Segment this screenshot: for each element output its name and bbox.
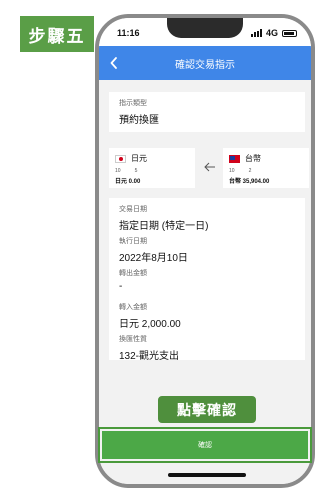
exchange-nature-label: 換匯性質 bbox=[119, 336, 147, 343]
detail-row: 交易日期 指定日期 (特定一日) bbox=[119, 204, 208, 232]
trade-date-value: 指定日期 (特定一日) bbox=[119, 221, 209, 232]
phone-notch bbox=[167, 18, 243, 38]
from-tier-left: 10 bbox=[115, 168, 121, 174]
status-time: 11:16 bbox=[117, 28, 140, 38]
from-currency-amount: 日元 0.00 bbox=[115, 179, 141, 185]
chevron-left-icon bbox=[110, 57, 117, 69]
instruction-type-card: 指示類型 預約換匯 bbox=[109, 92, 305, 132]
transfer-in-label: 轉入金額 bbox=[119, 304, 147, 311]
from-currency-card: 日元 10 5 日元 0.00 bbox=[109, 148, 195, 188]
execution-date-label: 執行日期 bbox=[119, 238, 147, 245]
click-confirm-callout: 點擊確認 bbox=[158, 396, 256, 423]
page-title: 確認交易指示 bbox=[175, 59, 235, 71]
to-currency-card: 台幣 10 2 台幣 35,904.00 bbox=[223, 148, 309, 188]
japan-flag-icon bbox=[115, 154, 126, 163]
detail-row: 轉入金額 日元 2,000.00 bbox=[119, 302, 181, 330]
to-tier-right: 2 bbox=[248, 168, 252, 174]
from-currency-name: 日元 bbox=[131, 154, 147, 163]
back-button[interactable] bbox=[105, 53, 123, 73]
to-currency-amount: 台幣 35,904.00 bbox=[229, 179, 270, 185]
execution-date-value: 2022年8月10日 bbox=[119, 253, 188, 264]
transfer-out-label: 轉出金額 bbox=[119, 270, 147, 277]
arrow-left-icon bbox=[203, 161, 217, 173]
detail-row: 換匯性質 132-觀光支出 bbox=[119, 334, 179, 362]
transaction-details-card: 交易日期 指定日期 (特定一日) 執行日期 2022年8月10日 轉出金額 - … bbox=[109, 198, 305, 362]
battery-icon bbox=[282, 29, 297, 37]
network-label: 4G bbox=[265, 28, 278, 38]
transfer-out-value: - bbox=[119, 281, 123, 292]
step-badge: 步驟五 bbox=[20, 16, 94, 52]
home-indicator bbox=[168, 473, 246, 477]
detail-row: 執行日期 2022年8月10日 bbox=[119, 236, 188, 264]
confirm-highlight: 確認 bbox=[98, 427, 312, 463]
instruction-type-label: 指示類型 bbox=[119, 100, 147, 107]
to-currency-name: 台幣 bbox=[245, 154, 261, 163]
status-indicators: 4G bbox=[250, 28, 297, 38]
signal-icon bbox=[250, 29, 262, 37]
instruction-type-value: 預約換匯 bbox=[119, 115, 159, 126]
detail-row: 轉出金額 - bbox=[119, 268, 147, 292]
to-tier-left: 10 bbox=[229, 168, 235, 174]
exchange-nature-value: 132-觀光支出 bbox=[119, 351, 180, 362]
nav-bar: 確認交易指示 bbox=[99, 46, 311, 80]
trade-date-label: 交易日期 bbox=[119, 206, 147, 213]
confirm-button[interactable]: 確認 bbox=[102, 431, 308, 459]
transfer-in-value: 日元 2,000.00 bbox=[119, 319, 181, 330]
from-tier-right: 5 bbox=[134, 168, 138, 174]
taiwan-flag-icon bbox=[229, 154, 240, 163]
